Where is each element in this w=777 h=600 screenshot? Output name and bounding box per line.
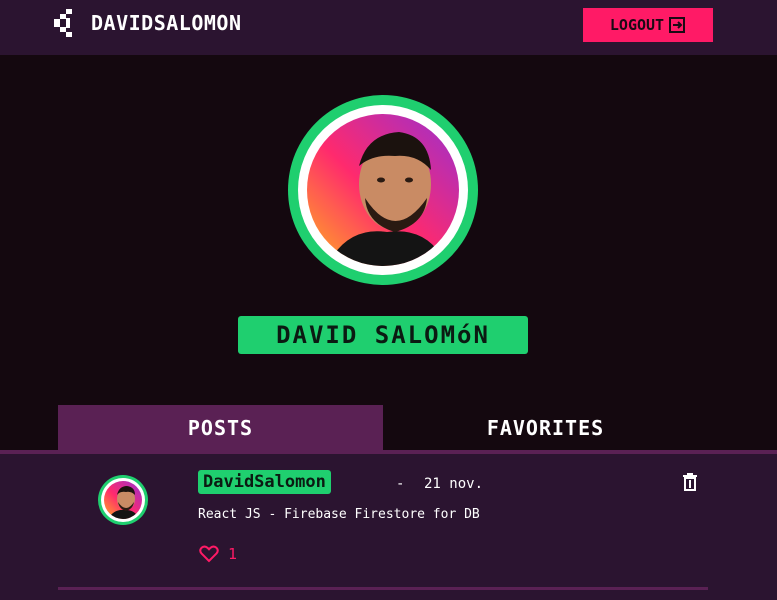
post-author-avatar[interactable] [98, 475, 148, 525]
header-username: DAVIDSALOMON [91, 11, 242, 35]
post-author-name[interactable]: DavidSalomon [198, 470, 331, 494]
like-count: 1 [228, 545, 238, 563]
tab-posts[interactable]: POSTS [58, 405, 383, 451]
posts-feed: DavidSalomon - 21 nov. React JS - Fireba… [0, 454, 777, 600]
trash-icon[interactable] [682, 473, 698, 491]
exit-icon [669, 17, 686, 33]
profile-photo [307, 114, 459, 266]
avatar [104, 481, 142, 519]
heart-icon[interactable] [199, 545, 219, 563]
top-bar: DAVIDSALOMON LOGOUT [0, 0, 777, 55]
post-text: React JS - Firebase Firestore for DB [198, 507, 480, 522]
chevron-left-icon[interactable] [54, 9, 76, 37]
profile-avatar [288, 95, 478, 285]
tab-favorites[interactable]: FAVORITES [383, 405, 708, 451]
post-date: 21 nov. [424, 476, 484, 492]
post-divider [58, 587, 708, 590]
profile-display-name: DAVID SALOMóN [238, 316, 528, 354]
profile-tabs: POSTS FAVORITES [0, 405, 777, 451]
logout-button[interactable]: LOGOUT [583, 8, 713, 42]
logout-label: LOGOUT [609, 16, 665, 34]
post-separator: - [396, 476, 405, 492]
